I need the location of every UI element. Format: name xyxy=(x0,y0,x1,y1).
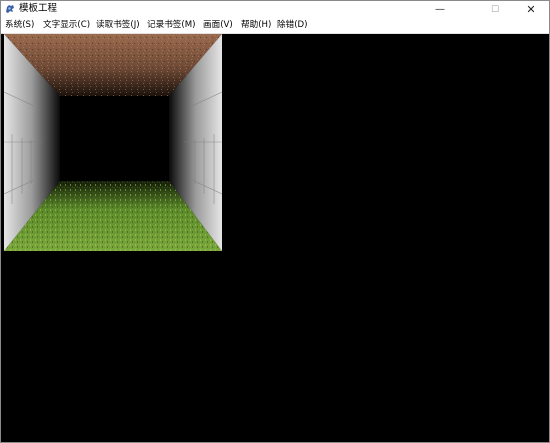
close-button[interactable]: ✕ xyxy=(513,1,549,18)
menu-bar: 系统(S) 文字显示(C) 读取书签(J) 记录书签(M) 画面(V) 帮助(H… xyxy=(1,18,549,34)
title-bar[interactable]: 模板工程 — ☐ ✕ xyxy=(1,1,549,18)
menu-help[interactable]: 帮助(H) xyxy=(241,19,271,32)
app-window: 模板工程 — ☐ ✕ 系统(S) 文字显示(C) 读取书签(J) 记录书签(M)… xyxy=(0,0,550,443)
window-title: 模板工程 xyxy=(19,3,58,14)
minimize-button[interactable]: — xyxy=(422,1,458,18)
minimize-icon: — xyxy=(435,4,445,15)
menu-text-display[interactable]: 文字显示(C) xyxy=(43,19,90,32)
close-icon: ✕ xyxy=(526,3,536,16)
menu-debug[interactable]: 除错(D) xyxy=(277,19,308,32)
menu-system[interactable]: 系统(S) xyxy=(5,19,34,32)
menu-load-bookmark[interactable]: 读取书签(J) xyxy=(96,19,140,32)
corridor-depth xyxy=(60,96,169,181)
game-canvas-area[interactable] xyxy=(1,34,549,442)
dragon-app-icon[interactable] xyxy=(4,3,16,15)
maximize-button[interactable]: ☐ xyxy=(477,1,513,18)
menu-view[interactable]: 画面(V) xyxy=(203,19,233,32)
menu-save-bookmark[interactable]: 记录书签(M) xyxy=(147,19,196,32)
corridor-viewport[interactable] xyxy=(4,34,222,251)
maximize-icon: ☐ xyxy=(490,4,500,15)
